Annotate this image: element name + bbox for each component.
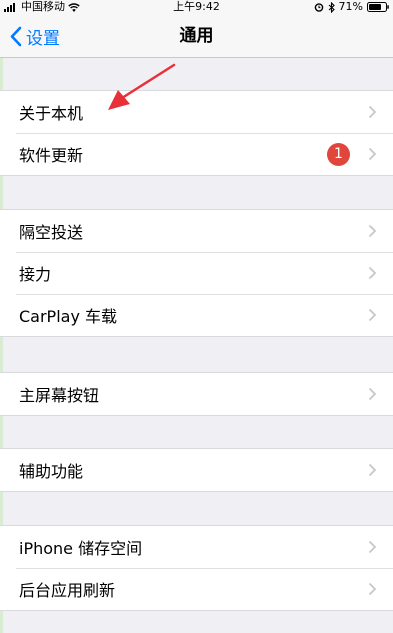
row-label: iPhone 储存空间 (19, 539, 143, 558)
annotation-arrow-icon (108, 63, 176, 110)
chevron-right-icon (368, 540, 377, 554)
battery-icon (367, 2, 389, 12)
row-about[interactable]: 关于本机 (0, 91, 393, 133)
row-airdrop[interactable]: 隔空投送 (0, 210, 393, 252)
chevron-right-icon (368, 463, 377, 477)
page-title: 通用 (179, 26, 214, 46)
bluetooth-icon (328, 1, 335, 13)
row-label: 软件更新 (19, 146, 84, 165)
chevron-right-icon (368, 105, 377, 119)
settings-group-storage: iPhone 储存空间 后台应用刷新 (0, 525, 393, 611)
navigation-bar: 设置 通用 (0, 14, 393, 58)
row-label: 接力 (19, 265, 52, 284)
row-background-refresh[interactable]: 后台应用刷新 (0, 568, 393, 610)
status-right: 71% (314, 0, 389, 14)
row-home-button[interactable]: 主屏幕按钮 (0, 373, 393, 415)
row-label: 主屏幕按钮 (19, 386, 100, 405)
settings-group-about: 关于本机 软件更新 1 (0, 90, 393, 176)
chevron-right-icon (368, 147, 377, 161)
row-carplay[interactable]: CarPlay 车载 (0, 294, 393, 336)
status-bar: 中国移动 上午9:42 71% (0, 0, 393, 14)
chevron-right-icon (368, 266, 377, 280)
row-label: 关于本机 (19, 104, 84, 123)
chevron-right-icon (368, 387, 377, 401)
chevron-right-icon (368, 308, 377, 322)
row-software-update[interactable]: 软件更新 1 (0, 133, 393, 175)
battery-percent: 71% (338, 0, 363, 13)
row-label: 后台应用刷新 (19, 581, 116, 600)
alarm-icon (314, 3, 323, 12)
row-accessibility[interactable]: 辅助功能 (0, 449, 393, 491)
row-iphone-storage[interactable]: iPhone 储存空间 (0, 526, 393, 568)
update-badge: 1 (327, 143, 350, 166)
row-label: 辅助功能 (19, 462, 84, 481)
settings-group-home-button: 主屏幕按钮 (0, 372, 393, 416)
row-label: 隔空投送 (19, 223, 84, 242)
settings-group-connectivity: 隔空投送 接力 CarPlay 车载 (0, 209, 393, 337)
settings-group-accessibility: 辅助功能 (0, 448, 393, 492)
chevron-right-icon (368, 224, 377, 238)
chevron-right-icon (368, 582, 377, 596)
row-label: CarPlay 车载 (19, 307, 118, 326)
row-handoff[interactable]: 接力 (0, 252, 393, 294)
